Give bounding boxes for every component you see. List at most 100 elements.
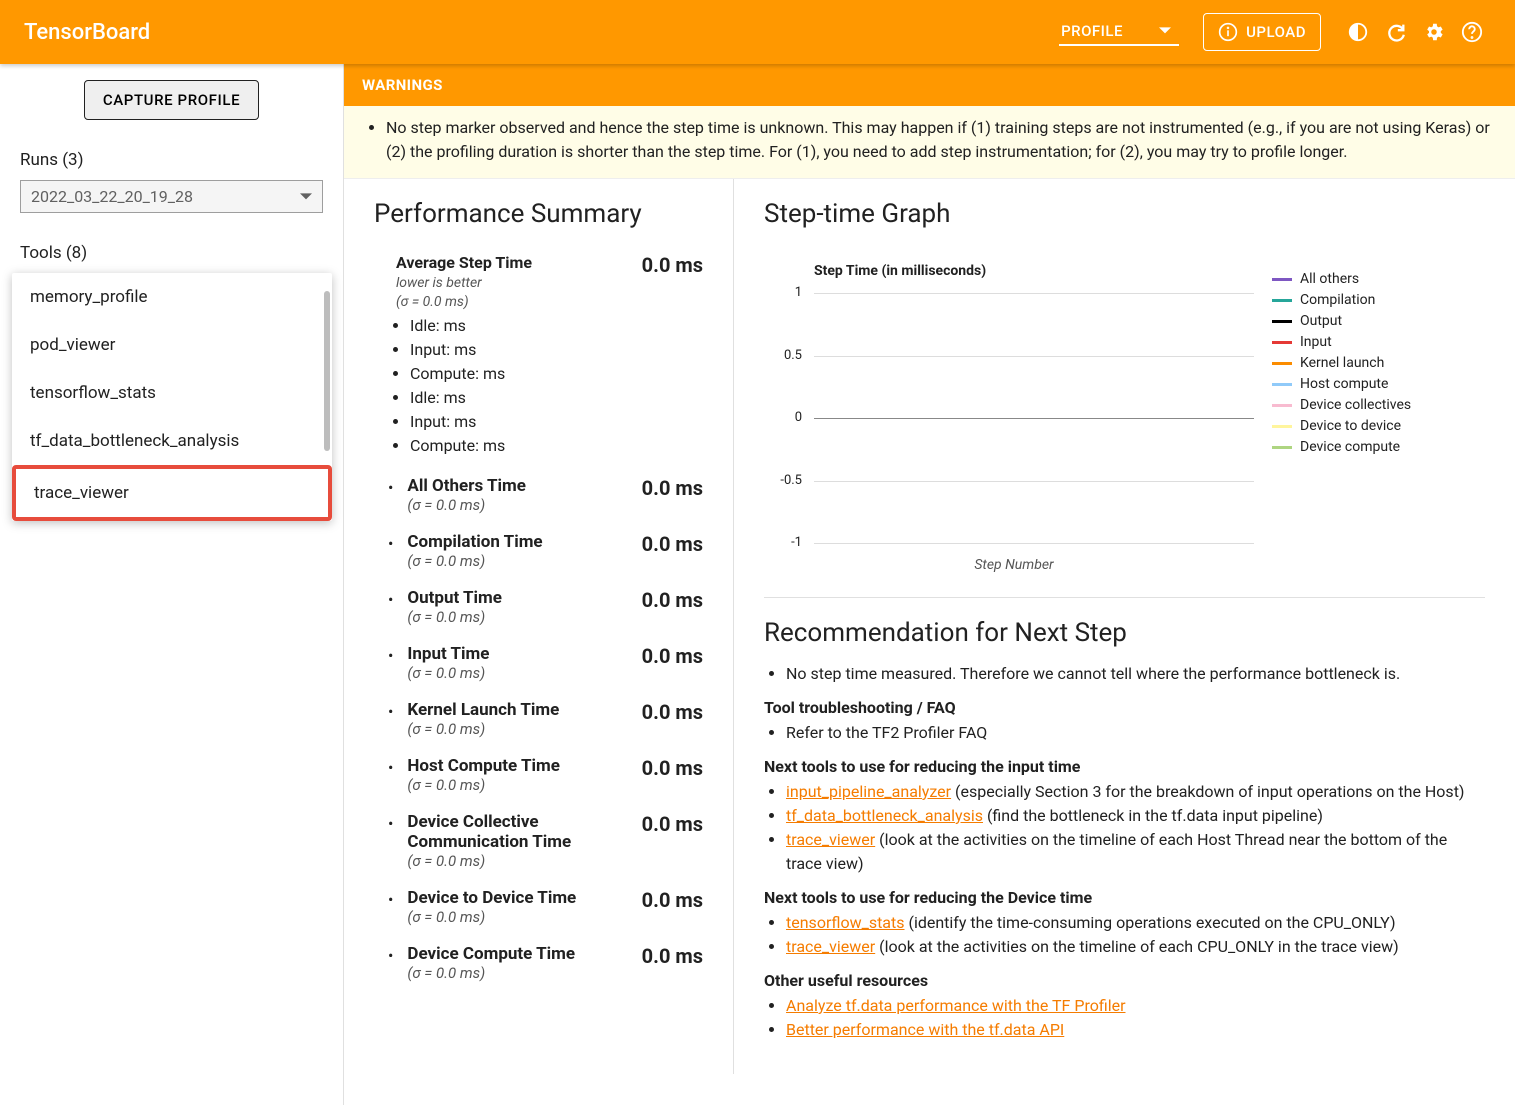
- perf-item: Output Time(σ = 0.0 ms)0.0 ms: [374, 588, 703, 626]
- perf-item-label: Compilation Time: [407, 532, 542, 552]
- y-tick: 1: [795, 285, 802, 300]
- link-better-perf[interactable]: Better performance with the tf.data API: [786, 1020, 1064, 1039]
- reco-title: Recommendation for Next Step: [764, 618, 1485, 648]
- settings-icon[interactable]: [1423, 21, 1445, 43]
- sub-item: Idle: ms: [410, 386, 703, 410]
- reco-item: Analyze tf.data performance with the TF …: [786, 994, 1485, 1018]
- upload-label: UPLOAD: [1246, 23, 1306, 41]
- legend-label: Device to device: [1300, 418, 1401, 434]
- perf-item-value: 0.0 ms: [642, 644, 703, 668]
- y-tick: -0.5: [780, 473, 802, 488]
- perf-item: Host Compute Time(σ = 0.0 ms)0.0 ms: [374, 756, 703, 794]
- reco-h1: Tool troubleshooting / FAQ: [764, 698, 1485, 717]
- perf-item: Input Time(σ = 0.0 ms)0.0 ms: [374, 644, 703, 682]
- reco-item: trace_viewer (look at the activities on …: [786, 828, 1485, 876]
- link-tensorflow-stats[interactable]: tensorflow_stats: [786, 913, 905, 932]
- sub-item: Input: ms: [410, 338, 703, 362]
- avg-step-label: Average Step Time: [396, 253, 532, 272]
- legend-item: Input: [1272, 334, 1411, 350]
- perf-item-value: 0.0 ms: [642, 756, 703, 780]
- recommendation-panel: Recommendation for Next Step No step tim…: [764, 618, 1485, 1042]
- tools-dropdown: memory_profile pod_viewer tensorflow_sta…: [12, 273, 332, 521]
- run-selector[interactable]: 2022_03_22_20_19_28: [20, 180, 323, 213]
- refresh-icon[interactable]: [1385, 21, 1407, 43]
- legend-label: Output: [1300, 313, 1342, 329]
- legend-label: Compilation: [1300, 292, 1375, 308]
- legend-item: Device to device: [1272, 418, 1411, 434]
- sub-item: Compute: ms: [410, 434, 703, 458]
- gridline: [814, 481, 1254, 482]
- legend-item: Compilation: [1272, 292, 1411, 308]
- perf-item: Compilation Time(σ = 0.0 ms)0.0 ms: [374, 532, 703, 570]
- perf-item-sigma: (σ = 0.0 ms): [407, 852, 641, 870]
- legend-swatch: [1272, 341, 1292, 344]
- perf-item: Device to Device Time(σ = 0.0 ms)0.0 ms: [374, 888, 703, 926]
- warnings-body: No step marker observed and hence the st…: [344, 106, 1515, 179]
- legend-swatch: [1272, 362, 1292, 365]
- legend-item: Host compute: [1272, 376, 1411, 392]
- perf-item-sigma: (σ = 0.0 ms): [407, 720, 641, 738]
- link-input-pipeline[interactable]: input_pipeline_analyzer: [786, 782, 951, 801]
- tool-item-trace-viewer[interactable]: trace_viewer: [12, 465, 332, 521]
- perf-item-label: Input Time: [407, 644, 489, 664]
- legend-swatch: [1272, 278, 1292, 281]
- info-icon: [1218, 22, 1238, 42]
- reco-h3: Next tools to use for reducing the Devic…: [764, 888, 1485, 907]
- legend-swatch: [1272, 320, 1292, 323]
- theme-icon[interactable]: [1347, 21, 1369, 43]
- capture-profile-button[interactable]: CAPTURE PROFILE: [84, 80, 259, 120]
- avg-value: 0.0 ms: [642, 253, 703, 277]
- perf-item-value: 0.0 ms: [642, 812, 703, 836]
- help-icon[interactable]: [1461, 21, 1483, 43]
- perf-item-value: 0.0 ms: [642, 588, 703, 612]
- legend-label: Device compute: [1300, 439, 1400, 455]
- warning-text: No step marker observed and hence the st…: [386, 116, 1497, 164]
- reco-item: input_pipeline_analyzer (especially Sect…: [786, 780, 1485, 804]
- sidebar: CAPTURE PROFILE Runs (3) 2022_03_22_20_1…: [0, 64, 344, 1105]
- link-trace-viewer-2[interactable]: trace_viewer: [786, 937, 875, 956]
- reco-h4: Other useful resources: [764, 971, 1485, 990]
- legend-item: All others: [1272, 271, 1411, 287]
- perf-item-label: Host Compute Time: [407, 756, 560, 776]
- perf-item: Device Collective Communication Time(σ =…: [374, 812, 703, 870]
- link-tf-data-bottleneck[interactable]: tf_data_bottleneck_analysis: [786, 806, 983, 825]
- tool-item-tf-data-bottleneck[interactable]: tf_data_bottleneck_analysis: [12, 417, 332, 465]
- legend-label: Input: [1300, 334, 1332, 350]
- perf-item: Device Compute Time(σ = 0.0 ms)0.0 ms: [374, 944, 703, 982]
- legend-item: Device compute: [1272, 439, 1411, 455]
- scrollbar[interactable]: [324, 291, 330, 451]
- perf-item-sigma: (σ = 0.0 ms): [407, 496, 641, 514]
- gridline: [814, 293, 1254, 294]
- avg-hint: lower is better: [396, 275, 482, 291]
- upload-button[interactable]: UPLOAD: [1203, 13, 1321, 51]
- mode-selector[interactable]: PROFILE: [1059, 18, 1179, 46]
- y-tick: -1: [791, 535, 802, 550]
- perf-item-value: 0.0 ms: [642, 532, 703, 556]
- perf-item-value: 0.0 ms: [642, 700, 703, 724]
- chart-legend: All others Compilation Output Input Kernel l…: [1264, 263, 1411, 573]
- tool-item-tensorflow-stats[interactable]: tensorflow_stats: [12, 369, 332, 417]
- run-selected: 2022_03_22_20_19_28: [31, 187, 300, 206]
- dropdown-icon: [1159, 25, 1171, 37]
- tool-item-pod-viewer[interactable]: pod_viewer: [12, 321, 332, 369]
- perf-item-label: Kernel Launch Time: [407, 700, 559, 720]
- perf-item: Kernel Launch Time(σ = 0.0 ms)0.0 ms: [374, 700, 703, 738]
- perf-title: Performance Summary: [374, 199, 703, 229]
- perf-item-sigma: (σ = 0.0 ms): [407, 664, 641, 682]
- performance-summary-panel: Performance Summary Average Step Time low…: [344, 179, 734, 1074]
- runs-header: Runs (3): [20, 150, 323, 170]
- perf-item-label: Device Compute Time: [407, 944, 575, 964]
- reco-faq: Refer to the TF2 Profiler FAQ: [786, 721, 1485, 745]
- link-analyze-tfdata[interactable]: Analyze tf.data performance with the TF …: [786, 996, 1126, 1015]
- legend-label: Kernel launch: [1300, 355, 1384, 371]
- gridline: [814, 418, 1254, 419]
- legend-label: Host compute: [1300, 376, 1388, 392]
- tool-item-memory-profile[interactable]: memory_profile: [12, 273, 332, 321]
- sub-item: Input: ms: [410, 410, 703, 434]
- main-content: WARNINGS No step marker observed and hen…: [344, 64, 1515, 1105]
- app-header: TensorBoard PROFILE UPLOAD: [0, 0, 1515, 64]
- legend-swatch: [1272, 383, 1292, 386]
- reco-item: tensorflow_stats (identify the time-cons…: [786, 911, 1485, 935]
- perf-item-value: 0.0 ms: [642, 944, 703, 968]
- link-trace-viewer[interactable]: trace_viewer: [786, 830, 875, 849]
